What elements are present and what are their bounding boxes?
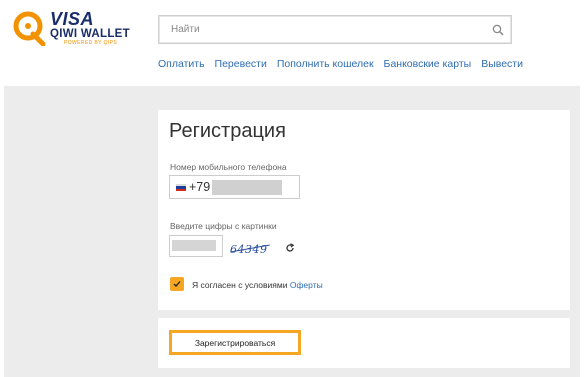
- phone-label: Номер мобильного телефона: [170, 162, 287, 172]
- nav-transfer[interactable]: Перевести: [215, 58, 267, 70]
- agree-label: Я согласен с условиями Оферты: [192, 280, 323, 290]
- nav-top-up[interactable]: Пополнить кошелек: [277, 58, 374, 70]
- russia-flag-icon: [176, 184, 186, 191]
- main-nav: Оплатить Перевести Пополнить кошелек Бан…: [158, 58, 523, 70]
- page-title: Регистрация: [169, 120, 286, 142]
- search-input[interactable]: [159, 16, 479, 43]
- logo-text: VISA QIWI WALLET POWERED BY QIPS: [50, 10, 130, 46]
- captcha-input[interactable]: [169, 235, 223, 257]
- logo-qiwi-wallet: QIWI WALLET: [50, 28, 130, 40]
- qiwi-logo-icon: [13, 11, 46, 47]
- page: VISA QIWI WALLET POWERED BY QIPS Оплатит…: [0, 0, 584, 377]
- search-box: [158, 15, 512, 44]
- phone-prefix: +79: [189, 180, 211, 194]
- phone-field[interactable]: +79: [169, 175, 300, 199]
- nav-bank-cards[interactable]: Банковские карты: [384, 58, 472, 70]
- captcha-redacted: [172, 240, 216, 251]
- logo-visa: VISA: [50, 9, 95, 29]
- captcha-image: 64349: [230, 240, 272, 258]
- captcha-label: Введите цифры с картинки: [170, 221, 277, 231]
- agree-checkbox[interactable]: [170, 277, 184, 291]
- agree-text: Я согласен с условиями: [192, 280, 290, 290]
- phone-redacted: [212, 180, 282, 195]
- refresh-icon[interactable]: [285, 243, 295, 253]
- qiwi-logo[interactable]: VISA QIWI WALLET POWERED BY QIPS: [12, 10, 132, 52]
- checkmark-icon: [173, 281, 181, 287]
- nav-withdraw[interactable]: Вывести: [481, 58, 523, 70]
- offer-link[interactable]: Оферты: [290, 280, 323, 290]
- register-button[interactable]: Зарегистрироваться: [169, 330, 301, 355]
- nav-pay[interactable]: Оплатить: [158, 58, 205, 70]
- search-icon[interactable]: [492, 24, 504, 36]
- logo-powered-by: POWERED BY QIPS: [64, 40, 118, 46]
